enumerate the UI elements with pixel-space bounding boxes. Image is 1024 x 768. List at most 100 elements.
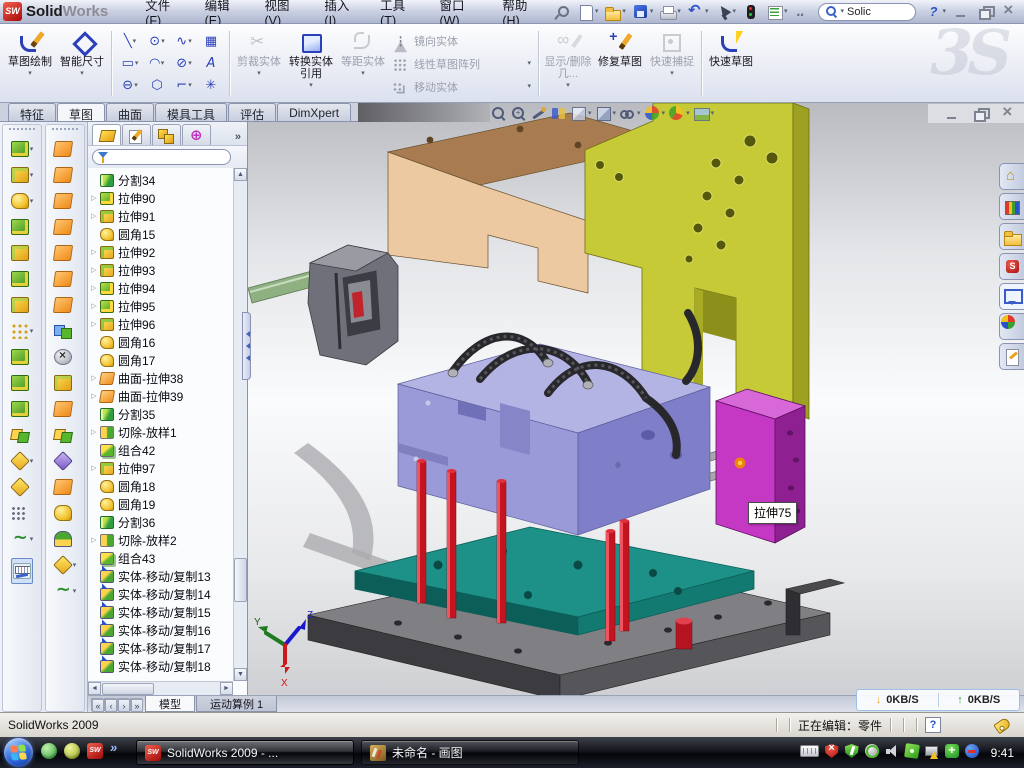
feature-tree-item[interactable]: ▷ 圆角17 [88, 351, 233, 369]
dropdown-arrow-icon[interactable]: ▾ [161, 60, 165, 67]
feature-tree-item[interactable]: ▷ 组合42 [88, 441, 233, 459]
knit-surface-icon[interactable]: ▾ [54, 240, 77, 266]
dropdown-arrow-icon[interactable]: ▾ [161, 38, 165, 45]
point-icon[interactable]: ✳▾ [198, 75, 224, 96]
feature-tree-item[interactable]: ▷ 圆角16 [88, 333, 233, 351]
security-alert-icon[interactable] [825, 744, 839, 761]
command-tab[interactable]: DimXpert [277, 103, 351, 121]
toolbar-grip[interactable] [9, 128, 35, 132]
extruded-boss-icon[interactable]: ▾ [11, 136, 34, 162]
first-tab-icon[interactable]: « [91, 698, 103, 711]
weldment-icon[interactable]: ▾ [11, 474, 34, 500]
split-icon[interactable]: ▾ [11, 370, 34, 396]
doc-minimize-icon[interactable]: ▾ [940, 104, 962, 124]
section-view-icon[interactable]: ▾ [550, 105, 567, 122]
command-tab[interactable]: 草图 [57, 103, 105, 121]
cut-icon[interactable]: ▾ [11, 266, 34, 292]
insert-part-icon[interactable]: ▾ [11, 448, 34, 474]
scene-icon[interactable]: ▾ [693, 105, 715, 122]
expand-arrow-icon[interactable]: ▷ [91, 212, 100, 220]
slot-icon[interactable]: ⊖▾ [117, 75, 143, 96]
expand-arrow-icon[interactable]: ▷ [91, 536, 100, 544]
dropdown-arrow-icon[interactable]: ▾ [188, 60, 192, 67]
delete-face-icon[interactable]: ▾ [54, 344, 77, 370]
expand-arrow-icon[interactable]: ▷ [91, 320, 100, 328]
dropdown-arrow-icon[interactable]: ▾ [527, 83, 531, 90]
feature-tree-item[interactable]: ▷ 圆角18 [88, 477, 233, 495]
traffic-light-icon[interactable]: ▾ [739, 2, 762, 22]
dropdown-arrow-icon[interactable]: ▾ [361, 70, 365, 77]
feature-tree-item[interactable]: ▷ 切除-放样2 [88, 531, 233, 549]
options-list-icon[interactable]: ▾ [763, 2, 790, 22]
fillet-surface-icon[interactable]: ▾ [54, 500, 77, 526]
body-icon[interactable]: ▾ [11, 396, 34, 422]
zoom-area-icon[interactable]: ▾ [510, 105, 527, 122]
tag-icon[interactable] [993, 716, 1012, 734]
network-warning-icon[interactable] [925, 744, 939, 761]
dropdown-arrow-icon[interactable]: ▾ [588, 110, 592, 117]
scroll-right-icon[interactable]: ► [220, 682, 233, 695]
dropdown-arrow-icon[interactable]: ▾ [30, 328, 34, 335]
view-orientation-icon[interactable]: ▾ [570, 105, 592, 122]
feature-tree-item[interactable]: ▷ 曲面-拉伸38 [88, 369, 233, 387]
circle-icon[interactable]: ⊙▾ [144, 31, 170, 52]
feature-tree-item[interactable]: ▷ 拉伸96 [88, 315, 233, 333]
move-copy-icon[interactable]: ▾ [11, 422, 34, 448]
move-face-icon[interactable]: ▾ [54, 422, 77, 448]
propertymanager-tab[interactable] [122, 124, 151, 145]
dropdown-arrow-icon[interactable]: ▾ [677, 8, 681, 15]
replace-face-icon[interactable]: ▾ [54, 370, 77, 396]
dropdown-arrow-icon[interactable]: ▾ [527, 60, 531, 67]
dropdown-arrow-icon[interactable]: ▾ [942, 8, 946, 15]
dropdown-arrow-icon[interactable]: ▾ [30, 146, 34, 153]
panel-splitter-handle[interactable] [242, 312, 251, 380]
toolbar-grip[interactable] [52, 128, 78, 132]
dropdown-arrow-icon[interactable]: ▾ [30, 458, 34, 465]
feature-tree-item[interactable]: ▷ 分割35 [88, 405, 233, 423]
dropdown-arrow-icon[interactable]: ▾ [30, 172, 34, 179]
appearances-tab[interactable] [999, 313, 1024, 340]
swept-surface-icon[interactable]: ▾ [54, 136, 77, 162]
expand-arrow-icon[interactable]: ▷ [91, 284, 100, 292]
appearances-icon[interactable]: ▾ [644, 105, 666, 122]
expand-arrow-icon[interactable]: ▷ [91, 248, 100, 256]
swept-icon[interactable]: ▾ [11, 214, 34, 240]
reference-point-icon[interactable]: ▾ [11, 500, 34, 526]
scrollbar-thumb[interactable] [102, 683, 154, 695]
arc-icon[interactable]: ◠▾ [144, 53, 170, 74]
spline-icon[interactable]: ∿▾ [171, 31, 197, 52]
scrollbar-thumb[interactable] [234, 558, 247, 602]
blocked-sync-icon[interactable] [965, 744, 979, 761]
feature-tree-item[interactable]: ▷ 曲面-拉伸39 [88, 387, 233, 405]
dropdown-arrow-icon[interactable]: ▾ [28, 70, 32, 77]
trim-surface-icon[interactable]: ▾ [54, 448, 77, 474]
linear-pattern-icon[interactable]: ▾ [11, 318, 34, 344]
ellipse-icon[interactable]: ⊘▾ [171, 53, 197, 74]
doc-restore-icon[interactable]: ▾ [968, 104, 990, 124]
hide-show-icon[interactable]: ▾ [619, 105, 641, 122]
magnify-icon[interactable]: ▾ [530, 105, 547, 122]
featuremanager-tab[interactable] [92, 124, 121, 145]
offset-surface-icon[interactable]: ▾ [54, 266, 77, 292]
expand-arrow-icon[interactable]: ▷ [91, 266, 100, 274]
dropdown-arrow-icon[interactable]: ▾ [622, 8, 626, 15]
polygon-icon[interactable]: ⬡▾ [144, 75, 170, 96]
feature-tree-item[interactable]: ▷ 切除-放样1 [88, 423, 233, 441]
taskbar-clock[interactable]: 9:41 [987, 746, 1024, 760]
feature-tree-item[interactable]: ▷ 拉伸97 [88, 459, 233, 477]
prev-tab-icon[interactable]: ‹ [104, 698, 116, 711]
open-icon[interactable]: ▾ [601, 2, 628, 22]
feature-tree-item[interactable]: ▷ 组合43 [88, 549, 233, 567]
feature-tree-item[interactable]: ▷ 实体-移动/复制15 [88, 603, 233, 621]
search-input[interactable]: Solic [847, 6, 908, 18]
command-tab[interactable]: 特征 [8, 103, 56, 121]
model-tab[interactable]: 运动算例 1 [196, 696, 277, 712]
feature-tree-item[interactable]: ▷ 实体-移动/复制14 [88, 585, 233, 603]
tree-vertical-scrollbar[interactable]: ▲ ▼ [233, 168, 247, 681]
feature-tree-item[interactable]: ▷ 实体-移动/复制18 [88, 657, 233, 675]
start-button[interactable] [4, 738, 33, 767]
feature-tree-item[interactable]: ▷ 实体-移动/复制16 [88, 621, 233, 639]
command-tab[interactable]: 曲面 [106, 103, 154, 121]
resources-tab[interactable] [999, 163, 1024, 190]
dropdown-arrow-icon[interactable]: ▾ [686, 110, 690, 117]
